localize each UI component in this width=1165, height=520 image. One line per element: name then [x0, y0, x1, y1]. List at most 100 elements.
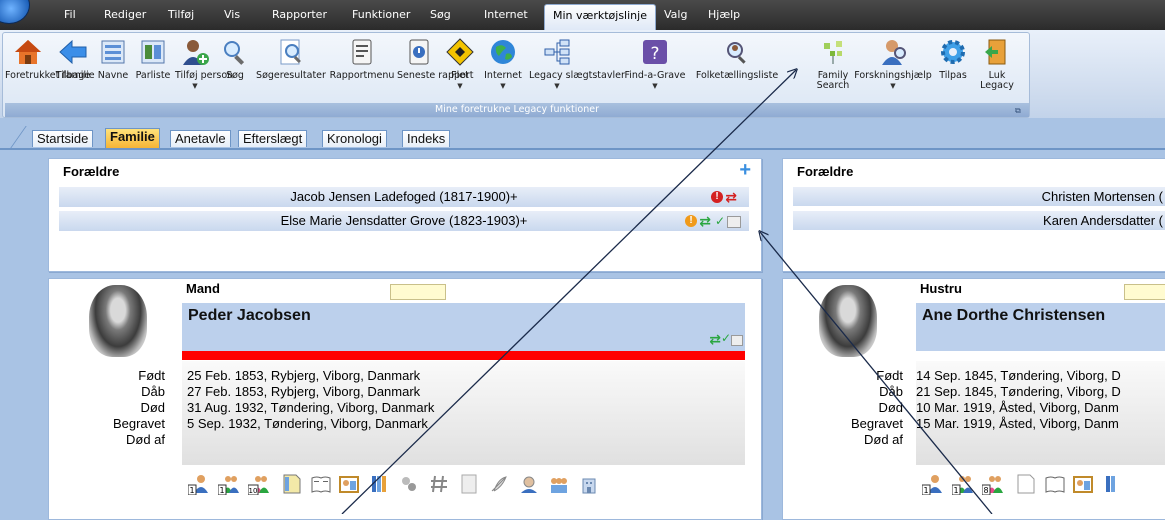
mother-row[interactable]: Else Marie Jensdatter Grove (1823-1903)+…	[59, 211, 749, 232]
menu-funktioner[interactable]: Funktioner	[352, 8, 410, 21]
recent-report-icon	[409, 39, 429, 65]
mother-row[interactable]: Karen Andersdatter (	[793, 211, 1165, 231]
wife-toolbar: 1 1 8	[916, 471, 1165, 505]
soeg-button[interactable]: Søg	[217, 37, 253, 81]
media-frame-icon[interactable]	[731, 335, 743, 346]
search-person-icon[interactable]	[518, 473, 540, 495]
menu-tilfoej[interactable]: Tilføj	[168, 8, 194, 21]
spouses-icon[interactable]: 1	[952, 473, 974, 495]
event-value-death[interactable]: 31 Aug. 1932, Tøndering, Viborg, Danmark	[187, 400, 434, 415]
find-a-grave-button[interactable]: ? Find-a-Grave ▼	[621, 37, 689, 91]
document-icon[interactable]	[458, 473, 480, 495]
husband-photo[interactable]	[89, 285, 147, 357]
parents-title: Forældre	[63, 164, 120, 179]
internet-button[interactable]: Internet ▼	[479, 37, 527, 91]
event-value-burial[interactable]: 15 Mar. 1919, Åsted, Viborg, Danm	[916, 416, 1119, 431]
event-value-born[interactable]: 25 Feb. 1853, Rybjerg, Viborg, Danmark	[187, 368, 420, 383]
menu-soeg[interactable]: Søg	[430, 8, 451, 21]
wife-highlight-box[interactable]	[1124, 284, 1165, 300]
tilpas-button[interactable]: Tilpas	[935, 37, 971, 81]
menu-hjaelp[interactable]: Hjælp	[708, 8, 740, 21]
family-group-icon[interactable]	[548, 473, 570, 495]
dropdown-arrow-icon: ▼	[192, 82, 198, 90]
tab-indeks[interactable]: Indeks	[402, 130, 451, 147]
menu-rediger[interactable]: Rediger	[104, 8, 146, 21]
father-row[interactable]: Christen Mortensen (	[793, 187, 1165, 207]
role-label: Mand	[186, 281, 220, 296]
tab-startside[interactable]: Startside	[32, 130, 94, 147]
warning-orange-icon: !	[685, 215, 697, 227]
notes-icon[interactable]	[280, 473, 302, 495]
wife-name-bar[interactable]: Ane Dorthe Christensen	[916, 303, 1165, 351]
picture-icon[interactable]	[338, 473, 360, 495]
event-value-born[interactable]: 14 Sep. 1845, Tøndering, Viborg, D	[916, 368, 1121, 383]
rapportmenu-button[interactable]: Rapportmenu	[329, 37, 395, 81]
sources-green-icon[interactable]: ⇄	[709, 331, 721, 348]
sources-green-icon[interactable]: ⇄	[699, 211, 711, 231]
person-name: Peder Jacobsen	[188, 307, 311, 324]
wife-photo[interactable]	[819, 285, 877, 357]
event-value-baptism[interactable]: 21 Sep. 1845, Tøndering, Viborg, D	[916, 384, 1121, 399]
hashtag-icon[interactable]	[428, 473, 450, 495]
husband-highlight-box[interactable]	[390, 284, 446, 300]
legacy-slaegtstavler-button[interactable]: Legacy slægtstavler ▼	[529, 37, 625, 91]
tab-kronologi[interactable]: Kronologi	[322, 130, 387, 147]
menu-valg[interactable]: Valg	[664, 8, 687, 21]
seneste-rapport-button[interactable]: Seneste rapport	[397, 37, 474, 81]
book-icon[interactable]	[1044, 473, 1066, 495]
luk-legacy-button[interactable]: Luk Legacy	[975, 37, 1019, 91]
dropdown-arrow-icon: ▼	[500, 82, 506, 90]
dropdown-arrow-icon: ▼	[652, 82, 658, 90]
feather-icon[interactable]	[488, 473, 510, 495]
folketaellingsliste-button[interactable]: Folketællingsliste	[691, 37, 783, 81]
media-frame-icon[interactable]	[727, 216, 741, 228]
mother-name: Karen Andersdatter (	[1043, 213, 1163, 228]
family-search-button[interactable]: Family Search	[813, 37, 853, 91]
add-parents-icon[interactable]: +	[739, 160, 751, 180]
svg-text:1: 1	[923, 486, 928, 495]
spouses-icon[interactable]: 1	[218, 473, 240, 495]
dropdown-arrow-icon: ▼	[890, 82, 896, 90]
menu-internet[interactable]: Internet	[484, 8, 528, 21]
menu-rapporter[interactable]: Rapporter	[272, 8, 327, 21]
menu-vis[interactable]: Vis	[224, 8, 240, 21]
navne-button[interactable]: Navne	[95, 37, 131, 81]
event-value-burial[interactable]: 5 Sep. 1932, Tøndering, Viborg, Danmark	[187, 416, 428, 431]
event-value-death[interactable]: 10 Mar. 1919, Åsted, Viborg, Danm	[916, 400, 1119, 415]
ribbon: Foretrukket familie Tilbage Navne Parlis…	[0, 30, 1165, 119]
foretrukket-familie-button[interactable]: Foretrukket familie	[5, 37, 95, 81]
book-icon[interactable]	[310, 473, 332, 495]
menu-fil[interactable]: Fil	[64, 8, 76, 21]
children-icon[interactable]: 10	[248, 473, 270, 495]
dna-icon[interactable]	[398, 473, 420, 495]
person-icon[interactable]: 1	[188, 473, 210, 495]
children-icon[interactable]: 8	[982, 473, 1004, 495]
tilfoej-person-button[interactable]: Tilføj person ▼	[175, 37, 233, 91]
tilbage-button[interactable]: Tilbage	[53, 37, 93, 81]
event-value-baptism[interactable]: 27 Feb. 1853, Rybjerg, Viborg, Danmark	[187, 384, 420, 399]
report-menu-icon	[352, 39, 372, 65]
dialog-launcher-icon[interactable]: ⧉	[1015, 106, 1025, 116]
husband-name-bar[interactable]: Peder Jacobsen ⇄ ✓	[182, 303, 745, 351]
picture-icon[interactable]	[1072, 473, 1094, 495]
building-icon[interactable]	[578, 473, 600, 495]
files-icon[interactable]	[1102, 473, 1124, 495]
flet-button[interactable]: Flet ▼	[443, 37, 477, 91]
menu-min-vaerktoejslinje[interactable]: Min værktøjslinje	[544, 4, 656, 30]
family-search-tree-icon	[824, 41, 842, 64]
tab-efterslaegt[interactable]: Efterslægt	[238, 130, 308, 147]
forskningshjaelp-button[interactable]: Forskningshjælp ▼	[853, 37, 933, 91]
notes-icon[interactable]	[1014, 473, 1036, 495]
tab-familie[interactable]: Familie	[105, 128, 160, 148]
tab-anetavle[interactable]: Anetavle	[170, 130, 231, 147]
sources-red-icon[interactable]: ⇄	[725, 187, 737, 207]
legacy-orb-button[interactable]	[0, 0, 30, 24]
father-row[interactable]: Jacob Jensen Ladefoged (1817-1900)+ ! ⇄	[59, 187, 749, 208]
name-list-icon	[101, 40, 125, 64]
soegeresultater-button[interactable]: Søgeresultater	[255, 37, 327, 81]
person-icon[interactable]: 1	[922, 473, 944, 495]
parliste-button[interactable]: Parliste	[133, 37, 173, 81]
warning-red-icon: !	[711, 191, 723, 203]
back-arrow-icon	[59, 39, 87, 65]
files-icon[interactable]	[368, 473, 390, 495]
